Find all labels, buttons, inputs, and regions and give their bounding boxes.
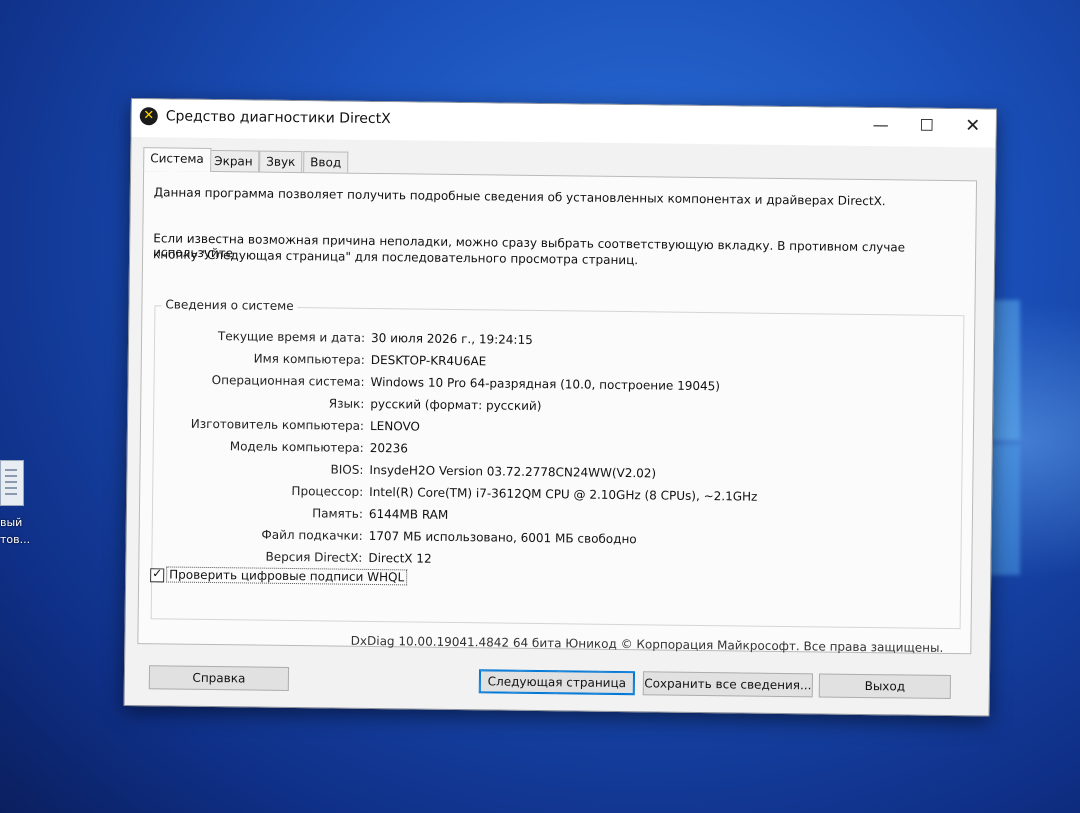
tab-input[interactable]: Ввод [303, 151, 349, 173]
info-value: InsydeH2O Version 03.72.2778CN24WW(V2.02… [369, 462, 657, 481]
system-info-group-label: Сведения о системе [161, 297, 298, 314]
info-key: Текущие время и дата: [217, 329, 366, 345]
info-key: Процессор: [291, 483, 364, 499]
info-value: Windows 10 Pro 64-разрядная (10.0, постр… [370, 374, 721, 394]
window-title: Средство диагностики DirectX [165, 108, 391, 128]
minimize-button[interactable]: — [858, 108, 904, 143]
dxdiag-window: ✕ Средство диагностики DirectX — ☐ ✕ Сис… [123, 98, 997, 717]
info-key: BIOS: [330, 462, 364, 477]
info-value: русский (формат: русский) [370, 396, 542, 414]
info-key: Язык: [328, 396, 365, 411]
desktop-document-icon[interactable] [0, 460, 24, 506]
info-key: Имя компьютера: [253, 351, 365, 367]
help-button[interactable]: Справка [148, 665, 290, 691]
info-value: 1707 МБ использовано, 6001 МБ свободно [368, 528, 637, 547]
whql-label[interactable]: Проверить цифровые подписи WHQL [166, 566, 408, 586]
info-value: 6144MB RAM [368, 506, 449, 522]
directx-x-circle-icon: ✕ [139, 107, 158, 126]
info-value: DESKTOP-KR4U6AE [370, 352, 487, 369]
info-key: Модель компьютера: [229, 439, 364, 455]
info-key: Файл подкачки: [261, 527, 363, 543]
info-key: Изготовитель компьютера: [190, 416, 365, 433]
whql-checkbox-row[interactable]: Проверить цифровые подписи WHQL [150, 566, 408, 586]
close-button[interactable]: ✕ [950, 109, 996, 144]
tab-sound[interactable]: Звук [259, 150, 303, 173]
info-value: 30 июля 2026 г., 19:24:15 [371, 330, 533, 347]
tab-system[interactable]: Система [143, 147, 211, 172]
next-page-button[interactable]: Следующая страница [478, 669, 636, 696]
exit-button[interactable]: Выход [818, 673, 952, 700]
info-key: Операционная система: [211, 373, 365, 389]
info-key: Версия DirectX: [265, 549, 363, 565]
info-value: DirectX 12 [368, 550, 432, 566]
tab-display[interactable]: Экран [207, 149, 260, 172]
desktop-icon-label-1: вый [0, 516, 23, 529]
maximize-button[interactable]: ☐ [904, 108, 950, 143]
info-key: Память: [312, 506, 364, 521]
desktop-icon-label-2: тов... [0, 533, 31, 546]
title-bar[interactable]: ✕ Средство диагностики DirectX — ☐ ✕ [131, 99, 996, 148]
info-value: LENOVO [369, 418, 421, 434]
whql-checkbox[interactable] [150, 567, 165, 582]
info-value: 20236 [369, 440, 409, 456]
intro-text-1: Данная программа позволяет получить подр… [153, 185, 886, 209]
save-all-info-button[interactable]: Сохранить все сведения... [642, 671, 814, 698]
